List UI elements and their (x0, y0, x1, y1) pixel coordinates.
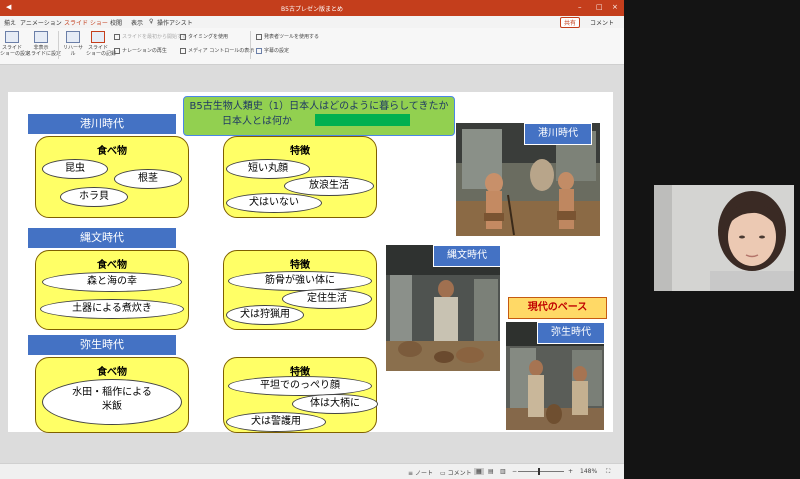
notes-label: ノート (414, 470, 433, 477)
feature-title: 特徴 (290, 146, 310, 157)
comments-status-label: コメント (447, 470, 472, 477)
minimize-button[interactable]: – (578, 3, 582, 11)
document-title: B5古プレゼン版まとめ (281, 6, 343, 13)
zoom-slider-handle[interactable] (538, 468, 540, 475)
slide-sorter-icon[interactable]: ▤ (488, 468, 494, 475)
hide-slide-button[interactable]: 非表示 スライドに設定 (26, 31, 61, 57)
food-item: 森と海の幸 (42, 272, 182, 292)
subtitle-settings-button[interactable]: 字幕の設定 (256, 47, 289, 54)
photo-tag-jomon: 縄文時代 (433, 245, 501, 267)
feature-item: 放浪生活 (284, 176, 374, 196)
media-controls-label: メディア コントロールの表示 (188, 48, 255, 54)
presenter-video-image (654, 185, 794, 291)
maximize-button[interactable]: □ (596, 3, 603, 11)
section-header-yayoi: 弥生時代 (28, 335, 176, 355)
tab-view[interactable]: 表示 (131, 18, 143, 27)
presenter-view-check[interactable]: 発表者ツールを使用する (256, 33, 319, 40)
checkbox-icon (256, 33, 262, 40)
food-title: 食べ物 (97, 367, 127, 378)
feature-item: 犬は狩猟用 (226, 305, 304, 325)
play-from-start-label: スライドを最初から開始する (122, 34, 188, 40)
photo-tag-minatogawa: 港川時代 (524, 123, 592, 145)
slide-editor-canvas: B5古生物人類史（1）日本人はどのように暮らしてきたか 日本人とは何か 港川時代… (0, 65, 624, 463)
feature-title: 特徴 (290, 260, 310, 271)
fit-to-window-icon[interactable]: ⛶ (606, 468, 610, 476)
feature-item: 定住生活 (282, 289, 372, 309)
hide-slide-label: 非表示 スライドに設定 (26, 45, 62, 57)
subtitle-settings-label: 字幕の設定 (264, 48, 290, 54)
slide[interactable]: B5古生物人類史（1）日本人はどのように暮らしてきたか 日本人とは何か 港川時代… (8, 92, 613, 433)
lightbulb-icon: ♀ (149, 18, 154, 25)
record-slideshow-label: スライド ショーの記録 (86, 45, 117, 57)
food-item: ホラ貝 (60, 187, 128, 207)
presenter-view-label: 発表者ツールを使用する (264, 34, 320, 40)
presenter-video (654, 185, 794, 291)
status-bar: ≡ ノート ▭ コメント ▦ ▤ ▥ − + 148% ⛶ (0, 463, 624, 479)
subtitle-icon (256, 47, 262, 54)
normal-view-icon[interactable]: ▦ (474, 468, 484, 475)
food-title: 食べ物 (97, 260, 127, 271)
ribbon-toolbar: スライド ショーの設定 非表示 スライドに設定 リハーサル スライド ショーの記… (0, 28, 624, 65)
notes-button[interactable]: ≡ ノート (408, 468, 433, 477)
close-button[interactable]: × (612, 3, 618, 11)
tell-me-search[interactable]: 操作アシスト (157, 18, 193, 27)
title-bar: ◀ B5古プレゼン版まとめ – □ × (0, 0, 624, 16)
record-icon (91, 31, 105, 43)
section-header-jomon: 縄文時代 (28, 228, 176, 248)
zoom-level[interactable]: 148% (580, 468, 597, 475)
zoom-in-icon[interactable]: + (568, 468, 573, 475)
record-slideshow-button[interactable]: スライド ショーの記録 (86, 31, 116, 57)
title-highlight (315, 114, 410, 126)
food-item: 根茎 (114, 169, 182, 189)
ribbon-separator (250, 31, 251, 59)
rehearse-icon (66, 31, 80, 43)
zoom-out-icon[interactable]: − (512, 468, 517, 475)
ribbon-tabs: 揃え アニメーション スライド ショー 校閲 表示 ♀ 操作アシスト 共有 コメ… (0, 16, 624, 29)
rehearse-button[interactable]: リハーサル (62, 31, 84, 57)
tab-arrange[interactable]: 揃え (4, 18, 16, 27)
rehearse-label: リハーサル (63, 45, 83, 57)
food-item: 水田・稲作による 米飯 (42, 379, 182, 425)
powerpoint-window: ◀ B5古プレゼン版まとめ – □ × 揃え アニメーション スライド ショー … (0, 0, 624, 479)
narration-check[interactable]: ナレーションの再生 (114, 47, 167, 54)
food-title: 食べ物 (97, 146, 127, 157)
ribbon-separator (58, 31, 59, 59)
feature-item: 犬はいない (226, 193, 322, 213)
timings-label: タイミングを使用 (188, 34, 229, 40)
food-item: 土器による煮炊き (40, 299, 184, 319)
feature-item: 平坦でのっぺり顔 (228, 376, 372, 396)
play-from-start-check[interactable]: スライドを最初から開始する (114, 33, 187, 40)
modern-base-label: 現代のベース (508, 297, 607, 319)
tab-review[interactable]: 校閲 (110, 18, 122, 27)
checkbox-icon (114, 47, 120, 54)
food-item: 昆虫 (42, 159, 108, 179)
feature-item: 筋骨が強い体に (228, 271, 372, 291)
zoom-slider[interactable] (518, 471, 564, 472)
tab-animations[interactable]: アニメーション (20, 18, 62, 27)
checkbox-icon (180, 33, 186, 40)
checkbox-icon (114, 33, 120, 40)
feature-item: 体は大柄に (292, 394, 378, 414)
media-controls-check[interactable]: メディア コントロールの表示 (180, 47, 254, 54)
share-button[interactable]: 共有 (560, 17, 581, 28)
narration-label: ナレーションの再生 (122, 48, 167, 54)
hide-slide-icon (34, 31, 48, 43)
comments-button[interactable]: コメント (590, 18, 614, 27)
checkbox-icon (180, 47, 186, 54)
photo-tag-yayoi: 弥生時代 (537, 322, 605, 344)
feature-item: 短い丸顔 (226, 159, 310, 179)
section-header-minatogawa: 港川時代 (28, 114, 176, 134)
setup-slideshow-button[interactable]: スライド ショーの設定 (0, 31, 30, 57)
timings-check[interactable]: タイミングを使用 (180, 33, 228, 40)
slide-title-line1: B5古生物人類史（1）日本人はどのように暮らしてきたか (189, 101, 449, 112)
setup-icon (5, 31, 19, 43)
feature-item: 犬は警護用 (226, 412, 326, 432)
reading-view-icon[interactable]: ▥ (500, 468, 506, 475)
comments-status-button[interactable]: ▭ コメント (440, 468, 472, 477)
